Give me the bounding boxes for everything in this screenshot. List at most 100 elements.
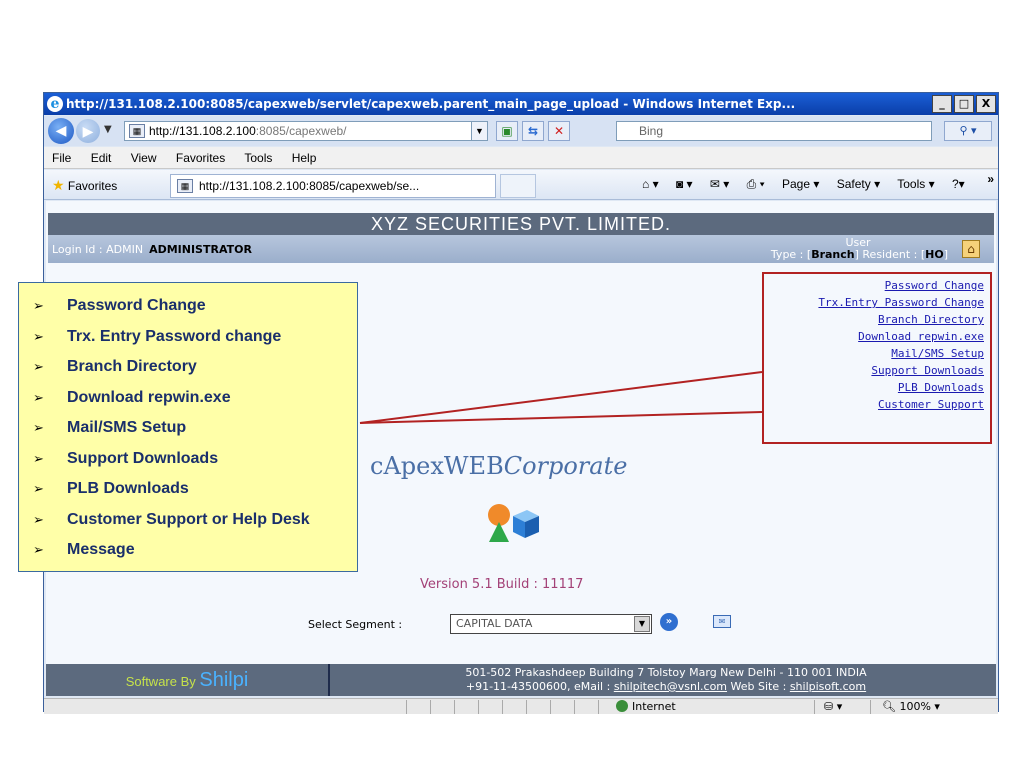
login-name: ADMINISTRATOR — [149, 243, 252, 256]
arrow-bullet-icon: ➢ — [33, 450, 44, 466]
shilpi-label: Shilpi — [199, 669, 249, 691]
list-item: ➢ Support Downloads — [33, 444, 357, 475]
search-input[interactable]: Bing — [616, 121, 932, 141]
address-line-2: +91-11-43500600, eMail : shilpitech@vsnl… — [346, 680, 986, 694]
cubes-logo-icon — [488, 504, 539, 542]
menu-tools[interactable]: Tools — [244, 151, 272, 165]
tab-current[interactable]: ▦ http://131.108.2.100:8085/capexweb/se.… — [170, 174, 496, 198]
stop-icon[interactable]: ✕ — [548, 121, 570, 141]
safety-menu[interactable]: Safety ▾ — [837, 177, 880, 191]
status-cell — [870, 700, 871, 714]
new-tab-button[interactable] — [500, 174, 536, 198]
arrow-bullet-icon: ➢ — [33, 359, 44, 374]
tools-menu[interactable]: Tools ▾ — [897, 177, 934, 191]
title-bar[interactable]: e http://131.108.2.100:8085/capexweb/ser… — [44, 93, 998, 115]
chevron-icon[interactable]: » — [987, 172, 994, 186]
forward-arrow-icon[interactable]: ▶ — [76, 119, 100, 143]
arrow-bullet-icon: ➢ — [33, 298, 44, 313]
address-dropdown-icon[interactable]: ▼ — [471, 122, 487, 140]
zone-label: Internet — [632, 700, 676, 713]
status-bar: Internet ⛁ ▾ 🔍︎ 100% ▾ — [44, 698, 998, 714]
page-icon: ▦ — [129, 124, 145, 138]
status-cell — [598, 700, 599, 714]
list-item: ➢ Trx. Entry Password change — [33, 322, 357, 353]
email-link[interactable]: shilpitech@vsnl.com — [614, 680, 727, 693]
list-item: ➢ PLB Downloads — [33, 474, 357, 505]
arrow-bullet-icon: ➢ — [33, 481, 44, 496]
tab-title: http://131.108.2.100:8085/capexweb/se... — [199, 179, 420, 193]
zoom-level[interactable]: 🔍︎ 100% ▾ — [882, 699, 940, 714]
list-item: ➢ Download repwin.exe — [33, 383, 357, 414]
status-cell — [814, 700, 815, 714]
close-button[interactable]: X — [976, 95, 996, 113]
status-cell — [478, 700, 479, 714]
feeds-icon[interactable]: ◙ ▾ — [676, 177, 693, 191]
address-line-1: 501-502 Prakashdeep Building 7 Tolstoy M… — [465, 666, 867, 679]
brand-title: cApexWEBCorporate — [370, 452, 627, 480]
minimize-button[interactable]: _ — [932, 95, 952, 113]
favorites-label: Favorites — [67, 179, 118, 193]
page-menu[interactable]: Page ▾ — [782, 177, 819, 191]
back-arrow-icon[interactable]: ◀ — [48, 118, 74, 144]
address-bar[interactable]: ▦ http://131.108.2.100:8085/capexweb/ ▼ — [124, 121, 488, 141]
arrow-bullet-icon: ➢ — [33, 389, 44, 405]
segment-select[interactable]: CAPITAL DATA ▼ — [450, 614, 652, 634]
status-cell — [454, 700, 455, 714]
help-menu[interactable]: ?▾ — [952, 177, 965, 191]
read-mail-icon[interactable]: ✉ ▾ — [710, 177, 729, 191]
list-item: ➢ Customer Support or Help Desk — [33, 505, 357, 536]
favorites-button[interactable]: ★ Favorites — [52, 177, 117, 194]
maximize-button[interactable]: □ — [954, 95, 974, 113]
software-by-label: Software By — [125, 674, 200, 689]
feature-callout: ➢ Password Change ➢ Trx. Entry Password ch… — [18, 282, 358, 572]
brand-italic: Corporate — [503, 452, 628, 480]
resident-value: HO — [925, 248, 944, 261]
go-arrow-icon[interactable]: » — [660, 613, 678, 631]
menu-help[interactable]: Help — [292, 151, 317, 165]
type-label: Type : [ — [770, 248, 812, 261]
history-dropdown-icon[interactable]: ▼ — [104, 124, 112, 135]
arrow-bullet-icon: ➢ — [33, 542, 44, 557]
ie-logo-icon: e — [47, 96, 63, 112]
website-link[interactable]: shilpisoft.com — [790, 680, 866, 693]
search-icon[interactable]: ⚲ ▾ — [944, 121, 992, 141]
phone-text: +91-11-43500600, eMail : — [465, 680, 614, 693]
login-label: Login Id : ADMIN — [52, 243, 144, 256]
version-text: Version 5.1 Build : 11117 — [420, 577, 584, 592]
address-path: :8085/capexweb/ — [255, 124, 347, 138]
home-icon-button[interactable]: ⌂ ▾ — [642, 177, 659, 191]
footer: Software By Shilpi 501-502 Prakashdeep B… — [46, 664, 996, 696]
globe-icon — [616, 700, 628, 712]
software-by: Software By Shilpi — [46, 664, 330, 696]
window-controls: _ □ X — [932, 95, 996, 113]
address-host: http://131.108.2.100 — [149, 124, 256, 138]
list-item: ➢ Mail/SMS Setup — [33, 413, 357, 444]
slide: e http://131.108.2.100:8085/capexweb/ser… — [0, 0, 1024, 768]
window-title: http://131.108.2.100:8085/capexweb/servl… — [66, 97, 796, 111]
security-zone[interactable]: Internet — [616, 699, 676, 714]
mail-icon[interactable]: ✉ — [713, 615, 731, 628]
menu-favorites[interactable]: Favorites — [176, 151, 225, 165]
menu-edit[interactable]: Edit — [91, 151, 112, 165]
menu-file[interactable]: File — [52, 151, 71, 165]
status-cell — [574, 700, 575, 714]
status-cell — [550, 700, 551, 714]
status-cell — [406, 700, 407, 714]
compatibility-icon[interactable]: ▣ — [496, 121, 518, 141]
website-label: Web Site : — [727, 680, 790, 693]
list-item: ➢ Branch Directory — [33, 352, 357, 383]
segment-label: Select Segment : — [308, 618, 403, 631]
chevron-down-icon[interactable]: ▼ — [634, 616, 650, 632]
print-icon[interactable]: ⎙ ▾ — [747, 177, 765, 191]
highlight-box — [762, 272, 992, 444]
list-item: ➢ Password Change — [33, 291, 357, 322]
segment-value: CAPITAL DATA — [456, 617, 533, 630]
command-bar: ⌂ ▾ ◙ ▾ ✉ ▾ ⎙ ▾ Page ▾ Safety ▾ Tools ▾ … — [642, 177, 979, 192]
refresh-icon[interactable]: ⇆ — [522, 121, 544, 141]
menu-view[interactable]: View — [131, 151, 157, 165]
home-icon[interactable]: ⌂ — [962, 240, 980, 258]
arrow-bullet-icon: ➢ — [33, 420, 44, 435]
resident-close: ] — [943, 248, 948, 261]
protected-mode-icon[interactable]: ⛁ ▾ — [824, 699, 842, 714]
tab-page-icon: ▦ — [177, 179, 193, 193]
